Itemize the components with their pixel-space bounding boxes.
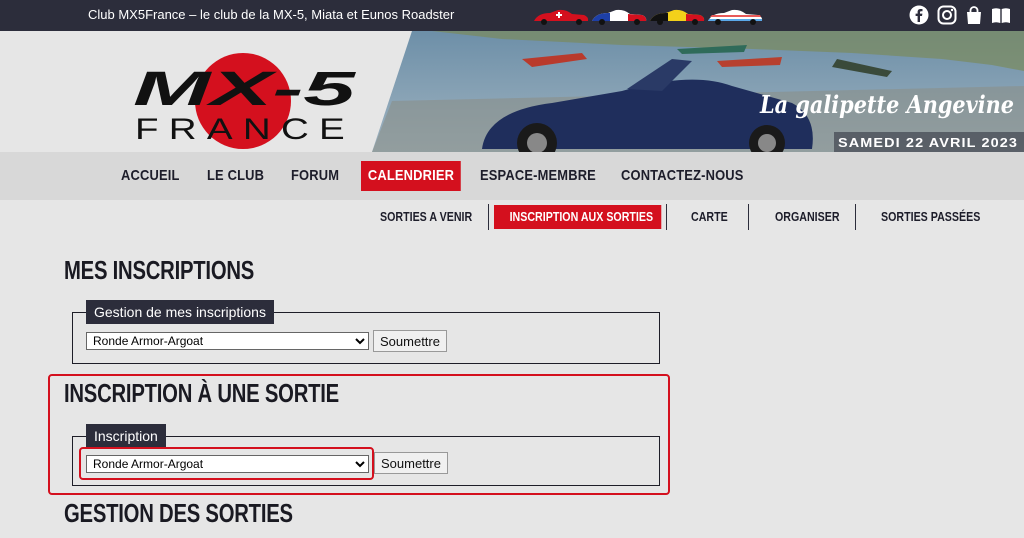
nav-accueil[interactable]: ACCUEIL	[121, 161, 180, 191]
nav-le-club[interactable]: LE CLUB	[207, 161, 264, 191]
nav-calendrier[interactable]: CALENDRIER	[361, 161, 462, 191]
subnav-sorties-passees[interactable]: SORTIES PASSÉES	[881, 205, 980, 229]
subnav-divider	[748, 204, 749, 230]
nav-contactez-nous[interactable]: CONTACTEZ-NOUS	[621, 161, 744, 191]
flag-cars-icon[interactable]	[532, 4, 764, 28]
banner-event-title: La galipette Angevine	[759, 90, 1014, 119]
select-inscription-sortie[interactable]: Ronde Armor-Argoat	[86, 455, 369, 473]
submit-button-mes-inscriptions[interactable]: Soumettre	[373, 330, 447, 352]
logo-text-france: FRANCE	[135, 113, 355, 146]
banner-event-date: SAMEDI 22 AVRIL 2023	[838, 135, 1018, 150]
subnav-divider	[666, 204, 667, 230]
mx5-france-logo[interactable]: MX-5 FRANCE	[125, 53, 365, 151]
instagram-icon[interactable]	[937, 5, 957, 25]
subnav-sorties-a-venir[interactable]: SORTIES A VENIR	[380, 205, 472, 229]
subnav-divider	[488, 204, 489, 230]
subnav-organiser[interactable]: ORGANISER	[775, 205, 840, 229]
nav-forum[interactable]: FORUM	[291, 161, 339, 191]
book-icon[interactable]	[991, 5, 1011, 25]
subnav-inscription-aux-sorties[interactable]: INSCRIPTION AUX SORTIES	[494, 205, 662, 229]
legend-inscription: Inscription	[86, 424, 166, 448]
submit-button-inscription[interactable]: Soumettre	[374, 452, 448, 474]
event-banner[interactable]: La galipette Angevine SAMEDI 22 AVRIL 20…	[372, 31, 1024, 152]
subnav-divider	[855, 204, 856, 230]
top-bar: Club MX5France – le club de la MX-5, Mia…	[0, 0, 1024, 31]
heading-mes-inscriptions: MES INSCRIPTIONS	[64, 255, 255, 285]
nav-espace-membre[interactable]: ESPACE-MEMBRE	[480, 161, 596, 191]
site-header: MX-5 FRANCE La galipette Angevine SAMEDI…	[0, 31, 1024, 152]
logo-text-mx5: MX-5	[133, 63, 358, 116]
select-mes-inscriptions[interactable]: Ronde Armor-Argoat	[86, 332, 369, 350]
subnav-carte[interactable]: CARTE	[691, 205, 728, 229]
facebook-icon[interactable]	[909, 5, 929, 25]
site-tagline: Club MX5France – le club de la MX-5, Mia…	[88, 7, 455, 22]
shop-bag-icon[interactable]	[964, 5, 984, 25]
heading-gestion-sorties: GESTION DES SORTIES	[64, 498, 293, 528]
heading-inscription-sortie: INSCRIPTION À UNE SORTIE	[64, 378, 339, 408]
main-nav: ACCUEIL LE CLUB FORUM CALENDRIER ESPACE-…	[0, 152, 1024, 200]
legend-gestion-inscriptions: Gestion de mes inscriptions	[86, 300, 274, 324]
